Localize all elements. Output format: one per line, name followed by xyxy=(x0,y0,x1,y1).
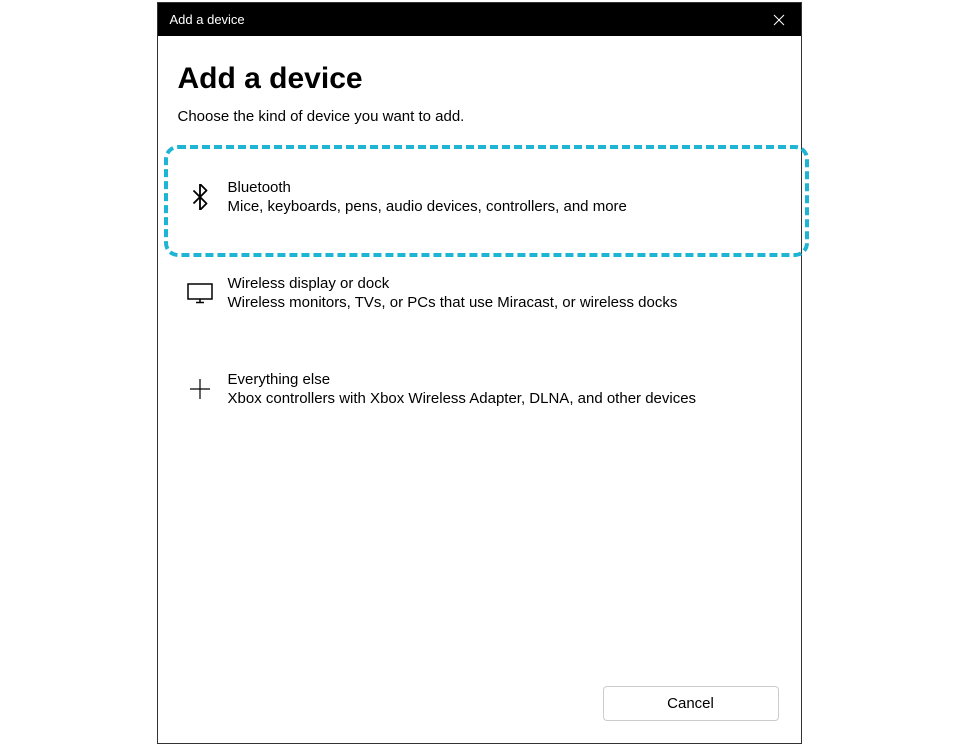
option-everything-else[interactable]: Everything else Xbox controllers with Xb… xyxy=(178,341,781,437)
bluetooth-icon xyxy=(186,183,214,211)
option-title: Wireless display or dock xyxy=(228,275,773,292)
option-title: Bluetooth xyxy=(228,179,773,196)
monitor-icon xyxy=(186,279,214,307)
plus-icon xyxy=(186,375,214,403)
option-title: Everything else xyxy=(228,371,773,388)
option-text: Wireless display or dock Wireless monito… xyxy=(228,275,773,311)
cancel-button[interactable]: Cancel xyxy=(603,686,779,721)
close-icon[interactable] xyxy=(769,10,789,30)
window-title: Add a device xyxy=(170,12,245,27)
option-bluetooth[interactable]: Bluetooth Mice, keyboards, pens, audio d… xyxy=(178,149,781,245)
add-device-dialog: Add a device Add a device Choose the kin… xyxy=(157,2,802,744)
titlebar: Add a device xyxy=(158,3,801,36)
device-options: Bluetooth Mice, keyboards, pens, audio d… xyxy=(178,149,781,437)
option-desc: Xbox controllers with Xbox Wireless Adap… xyxy=(228,390,773,407)
option-wireless-display[interactable]: Wireless display or dock Wireless monito… xyxy=(178,245,781,341)
dialog-footer: Cancel xyxy=(603,686,779,721)
option-text: Bluetooth Mice, keyboards, pens, audio d… xyxy=(228,179,773,215)
page-title: Add a device xyxy=(178,62,781,96)
dialog-content: Add a device Choose the kind of device y… xyxy=(158,36,801,743)
option-text: Everything else Xbox controllers with Xb… xyxy=(228,371,773,407)
page-subtitle: Choose the kind of device you want to ad… xyxy=(178,108,781,125)
option-desc: Mice, keyboards, pens, audio devices, co… xyxy=(228,198,773,215)
option-desc: Wireless monitors, TVs, or PCs that use … xyxy=(228,294,773,311)
